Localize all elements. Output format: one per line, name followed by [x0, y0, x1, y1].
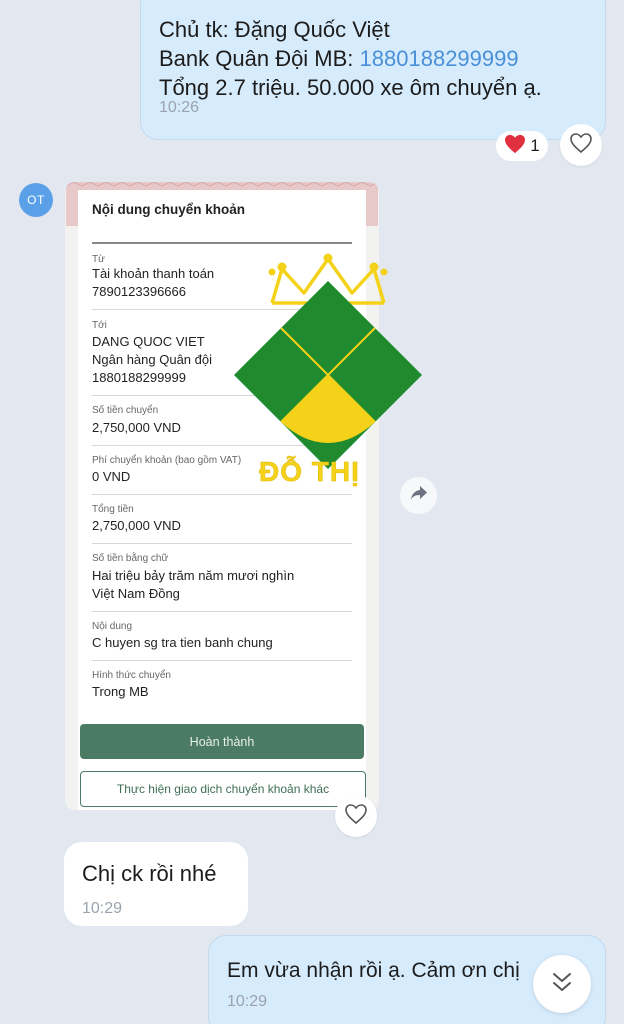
- transfer-receipt: Nội dung chuyển khoản Từ Tài khoản thanh…: [66, 182, 378, 810]
- amount-words-line1: Hai triệu bảy trăm năm mươi nghìn: [92, 568, 295, 583]
- other-transfer-button: Thực hiện giao dịch chuyển khoản khác: [80, 771, 366, 807]
- incoming-message[interactable]: Chị ck rồi nhé 10:29: [64, 842, 248, 926]
- from-account-number: 7890123396666: [92, 284, 186, 299]
- message-timestamp: 10:29: [82, 900, 123, 917]
- bank-prefix: Bank Quân Đội MB:: [159, 46, 360, 71]
- fee-value: 0 VND: [92, 469, 131, 484]
- from-account-type: Tài khoản thanh toán: [92, 266, 215, 281]
- double-chevron-down-icon: [550, 971, 574, 998]
- total-label: Tổng tiền: [92, 504, 134, 515]
- reaction-count: 1: [530, 136, 540, 155]
- method-value: Trong MB: [92, 684, 149, 699]
- to-bank: Ngân hàng Quân đội: [92, 352, 212, 367]
- divider: [92, 660, 352, 661]
- avatar[interactable]: OT: [19, 183, 53, 217]
- done-button: Hoàn thành: [80, 724, 364, 759]
- heart-outline-icon: [569, 132, 593, 159]
- message-line-bank: Bank Quân Đội MB: 1880188299999: [159, 44, 587, 73]
- receipt-title: Nội dung chuyển khoản: [92, 202, 246, 217]
- divider: [92, 494, 352, 495]
- message-timestamp: 10:29: [227, 993, 268, 1010]
- message-text: Em vừa nhận rồi ạ. Cảm ơn chị: [227, 959, 520, 982]
- to-label: Tới: [92, 320, 107, 331]
- message-line-total: Tổng 2.7 triệu. 50.000 xe ôm chuyển ạ.: [159, 75, 542, 100]
- amount-words-label: Số tiền bằng chữ: [92, 553, 169, 564]
- divider: [92, 445, 352, 446]
- image-message-transfer-receipt[interactable]: Nội dung chuyển khoản Từ Tài khoản thanh…: [65, 182, 379, 810]
- method-label: Hình thức chuyển: [92, 670, 171, 681]
- message-timestamp: 10:26: [159, 99, 200, 116]
- content-value: C huyen sg tra tien banh chung: [92, 635, 273, 650]
- amount-value: 2,750,000 VND: [92, 420, 181, 435]
- react-button[interactable]: [335, 795, 377, 837]
- from-label: Từ: [92, 254, 105, 265]
- amount-label: Số tiền chuyển: [92, 405, 159, 416]
- to-account-number: 1880188299999: [92, 370, 186, 385]
- total-value: 2,750,000 VND: [92, 518, 181, 533]
- share-button[interactable]: [400, 477, 437, 514]
- divider: [92, 309, 352, 310]
- fee-label: Phí chuyển khoản (bao gồm VAT): [92, 455, 242, 466]
- heart-outline-icon: [344, 803, 368, 830]
- account-number-link[interactable]: 1880188299999: [360, 46, 519, 71]
- share-arrow-icon: [410, 485, 428, 506]
- divider: [92, 611, 352, 612]
- divider: [92, 543, 352, 544]
- message-text: Chị ck rồi nhé: [82, 861, 217, 886]
- react-button[interactable]: [560, 124, 602, 166]
- red-heart-icon: [504, 134, 526, 159]
- reaction-badge[interactable]: 1: [496, 131, 548, 161]
- amount-words-line2: Việt Nam Đồng: [92, 586, 180, 601]
- scroll-to-bottom-button[interactable]: [533, 955, 591, 1013]
- content-label: Nội dung: [92, 621, 133, 632]
- outgoing-message-account-info[interactable]: Chủ tk: Đặng Quốc Việt Bank Quân Đội MB:…: [140, 0, 606, 140]
- to-name: DANG QUOC VIET: [92, 334, 205, 349]
- message-line-account-holder: Chủ tk: Đặng Quốc Việt: [159, 17, 390, 42]
- watermark-text: ĐỖ THỊ: [259, 456, 360, 488]
- divider: [92, 242, 352, 244]
- divider: [92, 395, 352, 396]
